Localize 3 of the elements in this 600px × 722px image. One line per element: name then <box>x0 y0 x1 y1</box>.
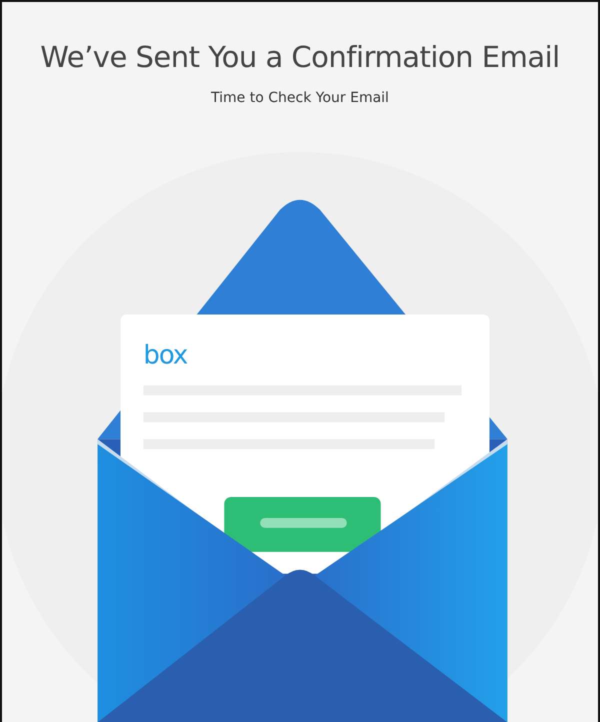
page-title: We’ve Sent You a Confirmation Email <box>40 40 560 74</box>
page-subtitle: Time to Check Your Email <box>211 90 389 106</box>
box-logo: box <box>143 340 188 370</box>
